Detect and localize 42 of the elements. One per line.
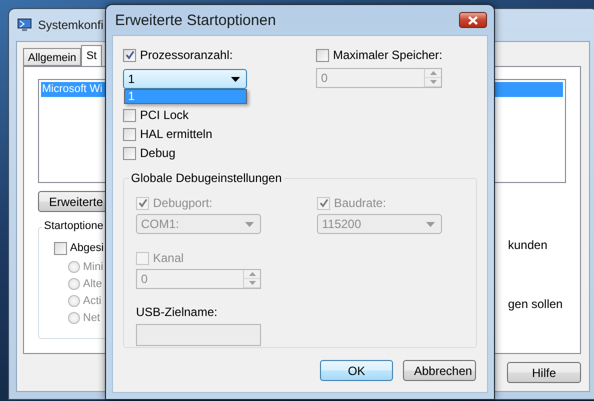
input-field[interactable] [136,324,261,346]
dropdown-caret-icon [245,222,254,226]
radio-label: Net [83,312,100,324]
checkbox[interactable] [123,146,136,160]
up-arrow-icon[interactable] [248,272,256,276]
processor-count-dropdown[interactable]: 1 [123,69,247,89]
down-arrow-icon[interactable] [248,281,256,285]
group-title: Startoptione [42,220,106,232]
radio-label: Acti [83,295,102,307]
radio-label: Alte [83,278,102,290]
checkbox-label: Kanal [153,251,184,265]
checkbox[interactable] [316,48,329,62]
help-button[interactable]: Hilfe [507,362,581,383]
dialog-title: Erweiterte Startoptionen [115,12,276,28]
down-arrow-icon[interactable] [430,80,436,84]
ok-button[interactable]: OK [320,360,393,381]
checkbox[interactable] [123,108,136,122]
option-text: kunden [508,238,548,252]
checkbox[interactable] [123,128,136,140]
radio-label: Mini [83,261,104,273]
checkbox-label: Maximaler Speicher: [333,48,442,62]
window-title: Systemkonfi [38,18,104,32]
dropdown-caret-icon [426,222,435,226]
field-label: USB-Zielname: [136,305,218,319]
checkbox-label: Prozessoranzahl: [140,48,233,62]
checkbox-label: Abgesi [70,242,104,254]
cancel-button[interactable]: Abbrechen [403,360,476,381]
group-title: Globale Debugeinstellungen [129,171,284,185]
tab[interactable]: Allgemein [23,48,82,66]
checkbox-label: Baudrate: [334,196,386,210]
close-button[interactable] [459,12,487,28]
option-text: gen sollen [508,297,563,311]
computer-icon [17,17,33,33]
checkbox-label: HAL ermitteln [140,127,212,141]
checkbox-label: PCI Lock [140,108,189,122]
up-arrow-icon[interactable] [430,71,436,75]
checkbox[interactable] [54,242,67,254]
checkbox-label: Debugport: [153,196,212,210]
close-icon [468,16,478,24]
tab[interactable]: St [81,45,102,66]
checkbox-label: Debug [140,146,176,160]
checkbox[interactable] [123,48,136,62]
